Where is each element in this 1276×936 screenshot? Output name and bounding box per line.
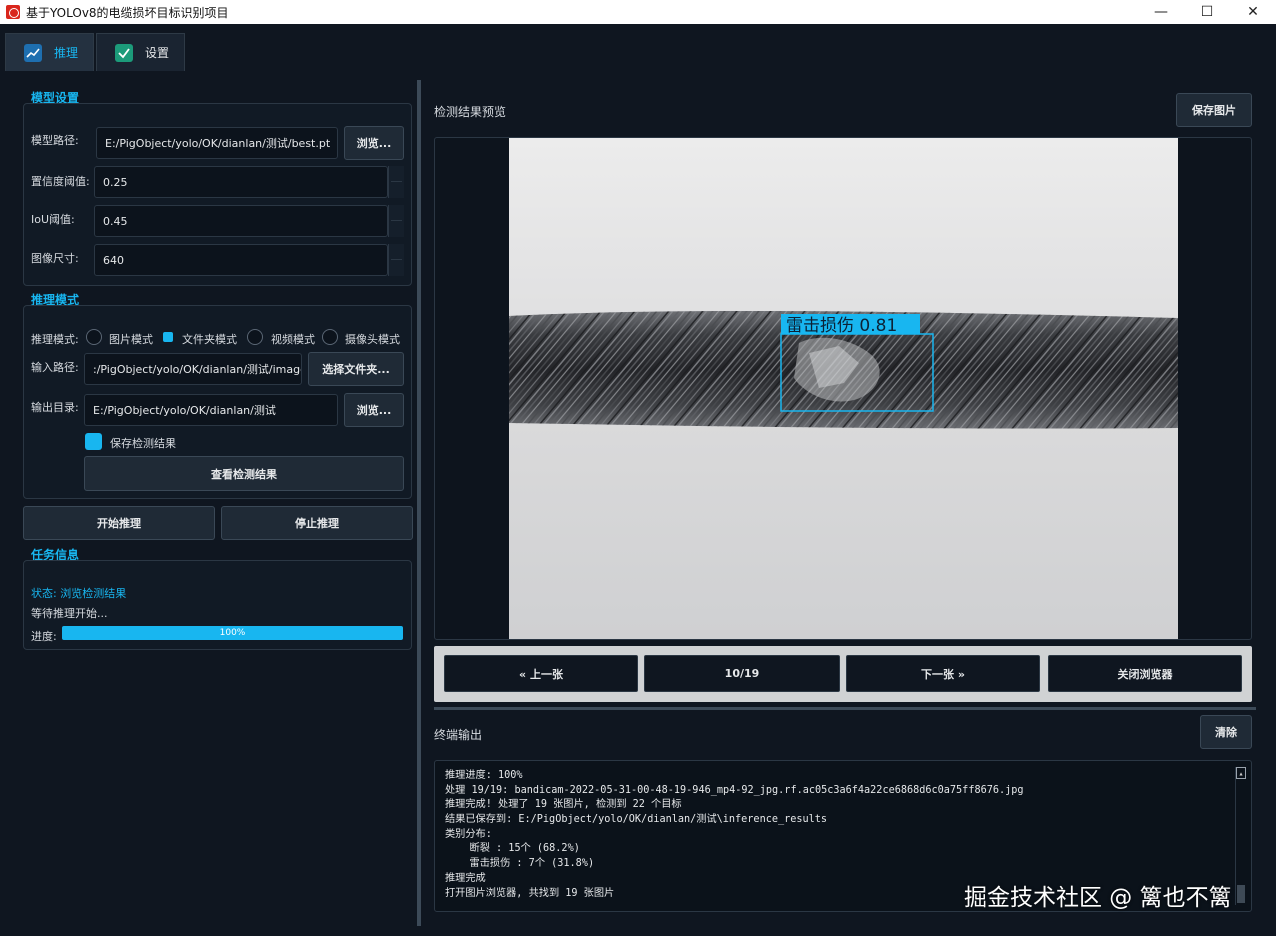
model-path-input[interactable]: E:/PigObject/yolo/OK/dianlan/测试/best.pt (96, 127, 338, 159)
terminal-title: 终端输出 (434, 728, 483, 742)
scroll-thumb[interactable] (1237, 885, 1245, 903)
tab-bar: 推理 设置 (0, 24, 1276, 72)
close-button[interactable]: ✕ (1230, 0, 1276, 24)
terminal-line: 类别分布: (445, 828, 492, 840)
tab-settings[interactable]: 设置 (96, 33, 185, 71)
iou-threshold-stepper[interactable] (388, 205, 404, 237)
camera-mode-label: 摄像头模式 (345, 333, 400, 346)
detection-image: 雷击损伤 0.81 (509, 138, 1178, 639)
tab-settings-label: 设置 (145, 46, 170, 60)
clear-terminal-button[interactable]: 清除 (1200, 715, 1252, 749)
iou-threshold-input[interactable]: 0.45 (94, 205, 388, 237)
cable-photo-graphic: 雷击损伤 0.81 (509, 311, 1178, 429)
prev-image-button[interactable]: « 上一张 (444, 655, 638, 692)
detection-label: 雷击损伤 0.81 (786, 316, 897, 336)
next-image-button[interactable]: 下一张 » (846, 655, 1040, 692)
terminal-line: 断裂 : 15个 (68.2%) (445, 843, 580, 855)
output-browse-button[interactable]: 浏览... (344, 393, 404, 427)
progress-bar: 100% (62, 626, 403, 640)
window-controls: — ☐ ✕ (1138, 0, 1276, 24)
waiting-text: 等待推理开始... (31, 607, 108, 620)
start-inference-button[interactable]: 开始推理 (23, 506, 215, 540)
conf-threshold-stepper[interactable] (388, 166, 404, 198)
close-browser-button[interactable]: 关闭浏览器 (1048, 655, 1242, 692)
preview-title: 检测结果预览 (434, 105, 507, 119)
conf-threshold-label: 置信度阈值: (31, 175, 90, 188)
input-path-label: 输入路径: (31, 361, 79, 374)
horizontal-splitter[interactable] (434, 707, 1256, 710)
tab-inference[interactable]: 推理 (5, 33, 94, 71)
progress-label: 进度: (31, 630, 57, 643)
radio-image-mode[interactable] (86, 329, 102, 345)
model-browse-button[interactable]: 浏览... (344, 126, 404, 160)
image-counter: 10/19 (644, 655, 840, 692)
save-results-checkbox[interactable] (85, 433, 102, 450)
terminal-line: 推理完成! 处理了 19 张图片, 检测到 22 个目标 (445, 799, 682, 811)
video-mode-label: 视频模式 (271, 333, 315, 346)
radio-camera-mode[interactable] (322, 329, 338, 345)
tab-inference-label: 推理 (54, 46, 79, 60)
output-dir-input[interactable]: E:/PigObject/yolo/OK/dianlan/测试 (84, 394, 338, 426)
iou-threshold-label: IoU阈值: (31, 213, 75, 226)
vertical-splitter[interactable] (417, 80, 421, 926)
save-results-label: 保存检测结果 (110, 437, 176, 450)
input-path-input[interactable]: :/PigObject/yolo/OK/dianlan/测试/image (84, 353, 302, 385)
status-text: 状态: 浏览检测结果 (31, 587, 127, 600)
image-size-label: 图像尺寸: (31, 252, 79, 265)
scroll-up-icon[interactable]: ▴ (1236, 767, 1246, 779)
image-navigation-bar: « 上一张 10/19 下一张 » 关闭浏览器 (434, 646, 1252, 702)
terminal-line: 推理进度: 100% (445, 770, 523, 781)
minimize-button[interactable]: — (1138, 0, 1184, 24)
save-image-button[interactable]: 保存图片 (1176, 93, 1252, 127)
title-bar: 基于YOLOv8的电缆损坏目标识别项目 — ☐ ✕ (0, 0, 1276, 24)
terminal-scrollbar[interactable]: ▴ (1235, 767, 1246, 905)
chart-line-icon (24, 43, 42, 62)
folder-mode-label: 文件夹模式 (182, 333, 237, 346)
image-size-stepper[interactable] (388, 244, 404, 276)
model-path-label: 模型路径: (31, 134, 79, 147)
progress-text: 100% (219, 628, 246, 638)
conf-threshold-input[interactable]: 0.25 (94, 166, 388, 198)
maximize-button[interactable]: ☐ (1184, 0, 1230, 24)
image-size-input[interactable]: 640 (94, 244, 388, 276)
radio-video-mode[interactable] (247, 329, 263, 345)
radio-folder-mode[interactable] (163, 332, 173, 342)
window-title: 基于YOLOv8的电缆损坏目标识别项目 (26, 5, 229, 20)
mode-label: 推理模式: (31, 333, 79, 346)
select-folder-button[interactable]: 选择文件夹... (308, 352, 404, 386)
image-mode-label: 图片模式 (109, 333, 153, 346)
terminal-line: 雷击损伤 : 7个 (31.8%) (445, 858, 595, 870)
output-dir-label: 输出目录: (31, 401, 79, 414)
terminal-line: 结果已保存到: E:/PigObject/yolo/OK/dianlan/测试\… (445, 814, 828, 826)
watermark: 掘金技术社区 @ 篱也不篱 (964, 885, 1232, 911)
app-logo-icon (6, 5, 20, 19)
stop-inference-button[interactable]: 停止推理 (221, 506, 413, 540)
check-shield-icon (115, 43, 133, 62)
view-results-button[interactable]: 查看检测结果 (84, 456, 404, 491)
terminal-line: 处理 19/19: bandicam-2022-05-31-00-48-19-9… (445, 784, 1024, 796)
